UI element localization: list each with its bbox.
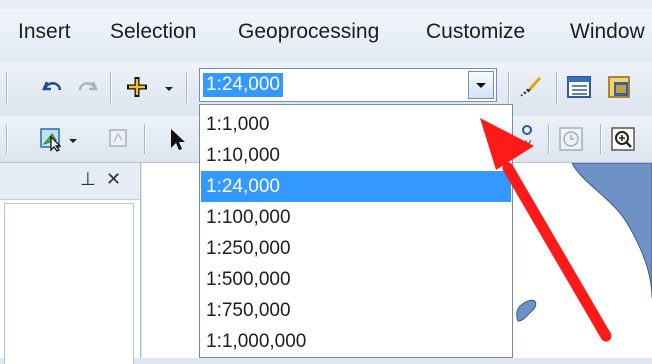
scale-dropdown-list: 1:1,000 1:10,000 1:24,000 1:100,000 1:25… [199, 104, 513, 358]
select-features-icon[interactable] [38, 126, 64, 152]
identify-icon[interactable]: XY [514, 124, 540, 151]
close-icon[interactable]: ✕ [106, 169, 121, 190]
menu-geoprocessing[interactable]: Geoprocessing [238, 20, 379, 44]
toolbar-separator [548, 124, 549, 154]
scale-option[interactable]: 1:250,000 [201, 233, 511, 264]
menubar: Insert Selection Geoprocessing Customize… [0, 0, 652, 63]
time-slider-icon[interactable] [558, 126, 584, 152]
scale-option[interactable]: 1:1,000,000 [201, 326, 511, 357]
panel-content-area [4, 203, 134, 364]
toolbar-separator [110, 72, 111, 104]
editor-icon[interactable] [518, 74, 544, 100]
water-polygon [571, 162, 652, 299]
chevron-down-icon[interactable] [468, 71, 494, 99]
water-polygon [516, 299, 537, 322]
toolbar-separator [600, 124, 601, 154]
zoom-icon[interactable] [610, 126, 636, 152]
undo-icon[interactable] [40, 76, 66, 102]
dropdown-arrow-icon[interactable] [66, 128, 80, 154]
toolbar-separator [508, 72, 509, 104]
toolbar-separator [556, 72, 557, 104]
window-top-edge [0, 0, 652, 9]
menu-selection[interactable]: Selection [110, 20, 196, 44]
toolbar-separator [186, 72, 187, 104]
pin-icon[interactable]: ⊥ [80, 169, 96, 190]
toolbar-separator [6, 124, 7, 154]
map-scale-combobox[interactable]: 1:24,000 [199, 68, 497, 102]
map-scale-value[interactable]: 1:24,000 [203, 73, 283, 97]
panel-header: ⊥ ✕ [0, 163, 140, 200]
clear-selection-icon[interactable] [106, 126, 132, 152]
redo-icon[interactable] [74, 76, 100, 102]
select-elements-icon[interactable] [164, 126, 190, 152]
scale-option[interactable]: 1:10,000 [201, 140, 511, 171]
menu-customize[interactable]: Customize [426, 20, 525, 44]
catalog-icon[interactable] [606, 74, 632, 100]
menu-insert[interactable]: Insert [18, 20, 71, 44]
toolbar-separator [144, 124, 145, 154]
scale-option[interactable]: 1:100,000 [201, 202, 511, 233]
svg-text:XY: XY [517, 139, 532, 151]
toolbar-separator [6, 72, 7, 104]
scale-option[interactable]: 1:750,000 [201, 295, 511, 326]
table-icon[interactable] [566, 74, 592, 100]
scale-option[interactable]: 1:500,000 [201, 264, 511, 295]
scale-option-selected[interactable]: 1:24,000 [201, 171, 511, 202]
menu-window[interactable]: Window [570, 20, 645, 44]
add-data-icon[interactable] [124, 74, 150, 100]
dropdown-arrow-icon[interactable] [162, 76, 176, 102]
table-of-contents-panel: ⊥ ✕ [0, 163, 141, 364]
scale-option[interactable]: 1:1,000 [201, 109, 511, 140]
